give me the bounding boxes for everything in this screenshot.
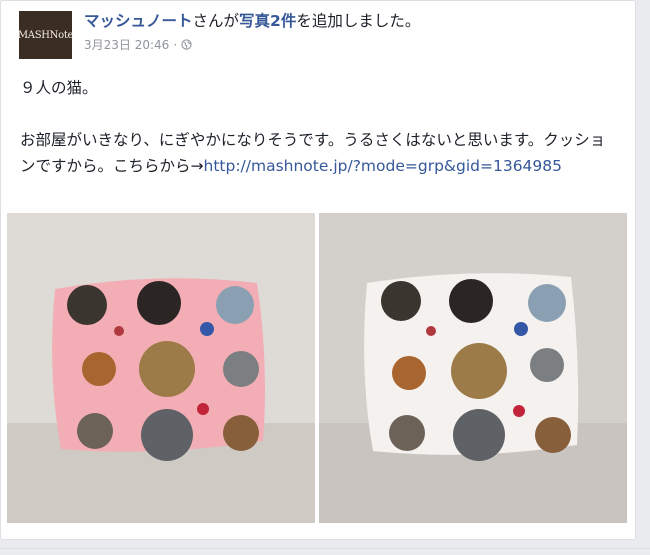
post-timestamp[interactable]: 3月23日 20:46 xyxy=(84,36,169,53)
meta-separator: · xyxy=(173,37,178,52)
post-meta: 3月23日 20:46 · xyxy=(84,36,192,53)
shop-link[interactable]: http://mashnote.jp/?mode=grp&gid=1364985 xyxy=(204,157,563,175)
message-line-1: ９人の猫。 xyxy=(20,79,98,97)
photos-link[interactable]: 写真2件 xyxy=(239,12,296,30)
globe-icon[interactable] xyxy=(181,39,192,50)
page-avatar[interactable]: MASHNote xyxy=(17,11,74,59)
photo-white-cushion[interactable] xyxy=(319,213,627,523)
avatar-logo-text: MASHNote xyxy=(17,29,74,41)
divider xyxy=(0,548,650,549)
post-card: MASHNote マッシュノートさんが写真2件を追加しました。 3月23日 20… xyxy=(0,0,636,540)
photo-pink-cushion[interactable] xyxy=(7,213,315,523)
post-message: ９人の猫。 お部屋がいきなり、にぎやかになりそうです。うるさくはないと思います。… xyxy=(20,75,620,179)
action-prefix: さんが xyxy=(192,12,240,30)
author-link[interactable]: マッシュノート xyxy=(84,12,193,30)
action-suffix: を追加しました。 xyxy=(296,12,421,30)
post-headline: マッシュノートさんが写真2件を追加しました。 xyxy=(84,9,420,31)
message-line-2: お部屋がいきなり、にぎやかになりそうです。うるさくはないと思います。クッションで… xyxy=(20,127,620,179)
